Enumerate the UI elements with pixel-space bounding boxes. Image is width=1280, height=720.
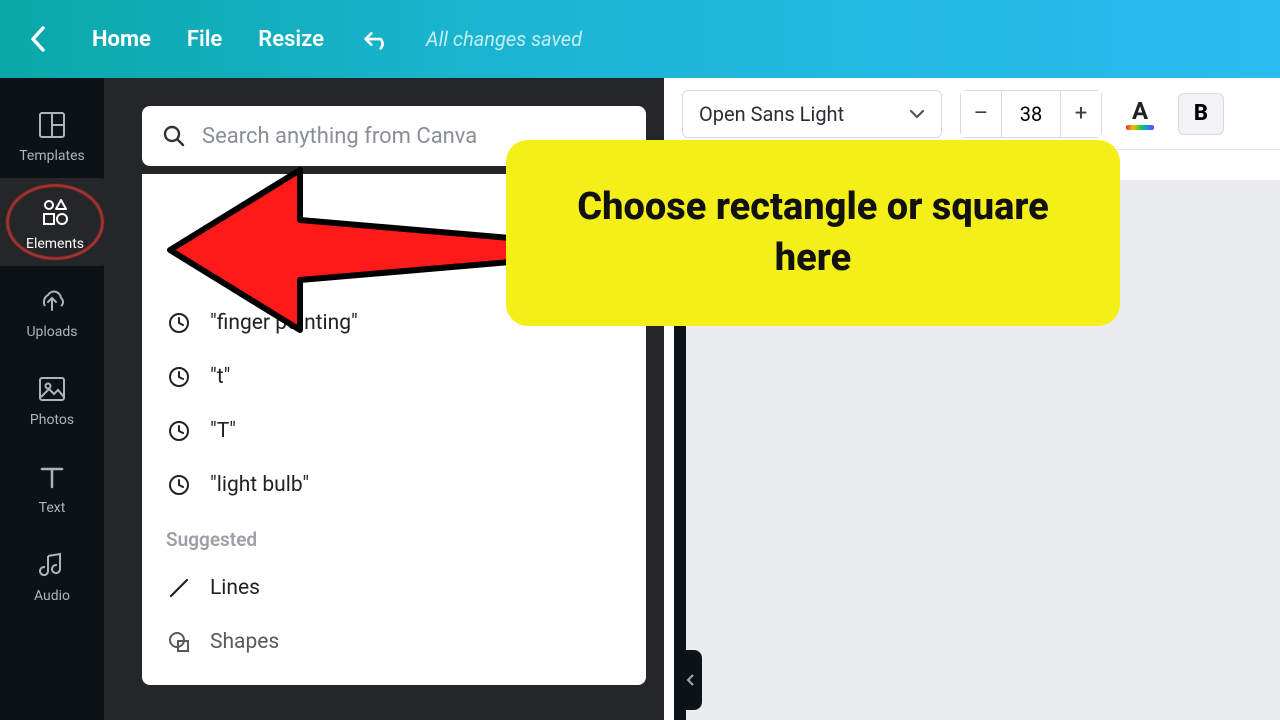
suggested-item-shapes[interactable]: Shapes xyxy=(142,615,646,669)
suggested-heading: Suggested xyxy=(142,512,646,561)
annotation-callout: Choose rectangle or square here xyxy=(506,140,1120,326)
left-sidebar: Templates Elements Uploads Pho xyxy=(0,78,104,720)
color-spectrum-icon xyxy=(1126,125,1154,130)
decrease-size-button[interactable]: – xyxy=(961,91,1001,137)
undo-button[interactable] xyxy=(360,27,390,51)
recent-label: "t" xyxy=(210,365,230,389)
chevron-left-icon xyxy=(685,673,695,687)
bold-button[interactable]: B xyxy=(1178,93,1224,135)
audio-icon xyxy=(35,548,69,582)
sidebar-item-photos[interactable]: Photos xyxy=(0,354,104,442)
increase-size-button[interactable]: + xyxy=(1061,91,1101,137)
sidebar-item-label: Photos xyxy=(30,412,74,428)
search-icon xyxy=(162,124,186,148)
clock-icon xyxy=(166,418,192,444)
sidebar-item-text[interactable]: Text xyxy=(0,442,104,530)
collapse-panel-button[interactable] xyxy=(678,650,702,710)
suggested-item-lines[interactable]: Lines xyxy=(142,561,646,615)
back-button[interactable] xyxy=(20,25,56,53)
sidebar-item-templates[interactable]: Templates xyxy=(0,90,104,178)
clock-icon xyxy=(166,472,192,498)
font-name: Open Sans Light xyxy=(699,102,844,126)
shapes-icon xyxy=(166,629,192,655)
sidebar-item-elements[interactable]: Elements xyxy=(0,178,110,266)
callout-text: Choose rectangle or square here xyxy=(542,182,1084,285)
photos-icon xyxy=(35,372,69,406)
clock-icon xyxy=(166,364,192,390)
chevron-left-icon xyxy=(29,25,47,53)
recent-search-item[interactable]: "T" xyxy=(142,404,646,458)
templates-icon xyxy=(35,108,69,142)
font-selector[interactable]: Open Sans Light xyxy=(682,90,942,138)
recent-search-item[interactable]: "t" xyxy=(142,350,646,404)
sidebar-item-label: Uploads xyxy=(26,324,77,340)
elements-icon xyxy=(38,196,72,230)
line-icon xyxy=(166,575,192,601)
font-size-value[interactable]: 38 xyxy=(1001,91,1061,137)
recent-label: "light bulb" xyxy=(210,473,309,497)
top-menu-bar: Home File Resize All changes saved xyxy=(0,0,1280,78)
text-icon xyxy=(35,460,69,494)
uploads-icon xyxy=(35,284,69,318)
sidebar-item-label: Templates xyxy=(19,148,85,164)
suggested-label: Lines xyxy=(210,576,260,600)
sidebar-item-label: Text xyxy=(39,500,66,516)
recent-search-item[interactable]: "light bulb" xyxy=(142,458,646,512)
annotation-arrow-icon xyxy=(150,160,550,340)
menu-resize[interactable]: Resize xyxy=(258,27,324,52)
undo-icon xyxy=(360,27,390,51)
save-status: All changes saved xyxy=(426,27,582,51)
menu-home[interactable]: Home xyxy=(92,27,151,52)
text-color-button[interactable]: A xyxy=(1120,97,1160,130)
chevron-down-icon xyxy=(909,108,925,120)
suggested-label: Shapes xyxy=(210,630,279,654)
menu-file[interactable]: File xyxy=(187,27,222,52)
recent-label: "T" xyxy=(210,419,236,443)
font-size-stepper: – 38 + xyxy=(960,90,1102,138)
sidebar-item-audio[interactable]: Audio xyxy=(0,530,104,618)
sidebar-item-label: Audio xyxy=(34,588,70,604)
sidebar-item-label: Elements xyxy=(26,236,84,252)
sidebar-item-uploads[interactable]: Uploads xyxy=(0,266,104,354)
